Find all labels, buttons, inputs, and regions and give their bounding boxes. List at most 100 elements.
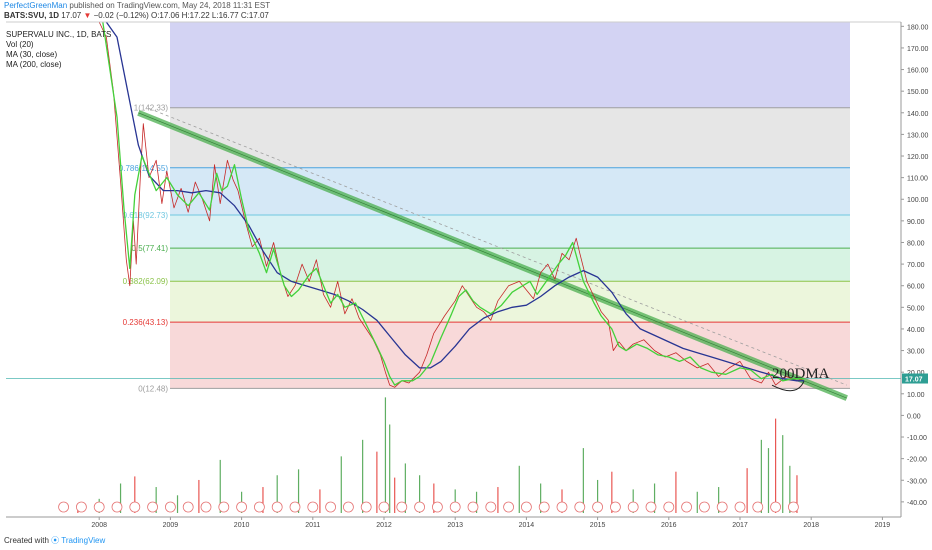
earnings-marker: [58, 501, 69, 513]
time-tick-label: 2019: [875, 522, 891, 529]
time-tick-label: 2010: [234, 522, 250, 529]
legend-item-ma200[interactable]: MA (200, close): [6, 60, 111, 70]
time-tick-label: 2013: [447, 522, 463, 529]
earnings-marker: [485, 501, 497, 513]
earnings-marker: [111, 501, 123, 513]
volume-bar: [340, 456, 342, 513]
volume-bar: [746, 468, 748, 513]
price-tick-label: 180.00: [907, 24, 929, 31]
publish-header: PerfectGreenMan published on TradingView…: [4, 1, 270, 10]
volume-bar: [389, 424, 391, 513]
volume-bar: [319, 489, 321, 513]
earnings-marker: [645, 501, 657, 513]
legend-item-ma30[interactable]: MA (30, close): [6, 50, 111, 60]
earnings-marker: [289, 501, 301, 513]
volume-bar: [760, 439, 762, 513]
earnings-marker: [538, 501, 550, 513]
price-tick-label: 170.00: [907, 46, 929, 53]
volume-bar: [497, 487, 499, 513]
price-tick-label: 110.00: [907, 176, 928, 183]
earnings-marker: [503, 501, 515, 513]
price-tick-label: 30.00: [907, 349, 925, 356]
footer: Created with ⦿ TradingView: [4, 535, 105, 546]
earnings-marker: [627, 501, 639, 513]
price-tick-label: 120.00: [907, 154, 929, 161]
created-with-label: Created with: [4, 536, 49, 545]
earnings-marker: [414, 501, 426, 513]
legend-item-volume[interactable]: Vol (20): [6, 40, 111, 50]
earnings-marker: [734, 501, 746, 513]
fib-label-0.618: 0.618(92.73): [123, 211, 169, 220]
price-tick-label: 100.00: [907, 197, 929, 204]
earnings-marker: [164, 501, 176, 513]
price-tick-label: 50.00: [907, 305, 925, 312]
earnings-marker: [681, 501, 692, 513]
symbol-label: BATS:SVU, 1D: [4, 11, 59, 20]
earnings-marker: [431, 501, 443, 513]
last-price: 17.07: [58, 11, 82, 20]
legend-title[interactable]: SUPERVALU INC., 1D, BATS: [6, 30, 111, 40]
fib-label-0: 0(12.48): [138, 384, 168, 393]
volume-bars: [58, 397, 799, 513]
fibonacci-retracement: 1(142.33)0.786(114.55)0.618(92.73)0.5(77…: [119, 22, 850, 393]
fib-zone-top: [170, 22, 850, 108]
earnings-marker: [253, 501, 265, 513]
time-tick-label: 2012: [376, 522, 392, 529]
time-tick-label: 2017: [732, 522, 748, 529]
earnings-marker: [592, 501, 603, 513]
volume-bar: [376, 451, 378, 513]
earnings-marker: [396, 501, 408, 513]
earnings-marker: [467, 501, 479, 513]
ohlc-values: O:17.06 H:17.22 L:16.77 C:17.07: [148, 11, 269, 20]
earnings-marker: [360, 501, 372, 513]
earnings-marker: [342, 501, 354, 513]
earnings-marker: [716, 501, 728, 513]
earnings-marker: [556, 501, 568, 513]
price-tick-label: 40.00: [907, 327, 925, 334]
price-tick-label: 60.00: [907, 284, 925, 291]
author-link[interactable]: PerfectGreenMan: [4, 1, 67, 10]
time-tick-label: 2015: [590, 522, 606, 529]
earnings-marker: [271, 501, 283, 513]
price-tick-label: -40.00: [907, 500, 927, 507]
earnings-marker: [663, 501, 675, 513]
fib-zone-0.786: [170, 167, 850, 215]
price-tick-label: 70.00: [907, 262, 925, 269]
annotation-200dma: 200DMA: [772, 366, 830, 382]
volume-bar: [775, 418, 777, 513]
tradingview-brand[interactable]: TradingView: [61, 536, 105, 545]
earnings-marker: [699, 501, 710, 513]
volume-bar: [198, 479, 200, 513]
earnings-marker: [236, 501, 248, 513]
earnings-marker: [770, 501, 781, 513]
earnings-marker: [325, 501, 337, 513]
earnings-marker: [76, 501, 87, 513]
earnings-marker: [147, 501, 159, 513]
earnings-marker: [307, 501, 319, 513]
earnings-marker: [610, 501, 621, 513]
earnings-marker: [218, 501, 230, 513]
price-tick-label: 0.00: [907, 413, 921, 420]
earnings-marker: [378, 501, 390, 513]
time-tick-label: 2011: [305, 522, 320, 529]
time-tick-label: 2008: [91, 522, 107, 529]
time-tick-label: 2009: [163, 522, 179, 529]
fib-zone-1: [170, 107, 850, 168]
symbol-info: BATS:SVU, 1D 17.07 ▼ −0.02 (−0.12%) O:17…: [4, 11, 269, 20]
fib-zone-0.382: [170, 281, 850, 323]
price-tick-label: 90.00: [907, 219, 925, 226]
price-tick-label: 10.00: [907, 392, 925, 399]
price-tick-label: -30.00: [907, 478, 927, 485]
price-tick-label: 130.00: [907, 132, 929, 139]
chart-legend: SUPERVALU INC., 1D, BATS Vol (20) MA (30…: [6, 30, 111, 70]
earnings-marker: [182, 501, 194, 513]
earnings-marker: [200, 501, 212, 513]
chart: 1(142.33)0.786(114.55)0.618(92.73)0.5(77…: [6, 21, 929, 529]
earnings-marker: [129, 501, 141, 513]
fib-label-0.236: 0.236(43.13): [123, 318, 169, 327]
earnings-marker: [574, 501, 586, 513]
publish-info: published on TradingView.com, May 24, 20…: [67, 1, 271, 10]
volume-bar: [696, 491, 698, 513]
earnings-marker: [93, 501, 105, 513]
price-tick-label: 160.00: [907, 68, 929, 75]
